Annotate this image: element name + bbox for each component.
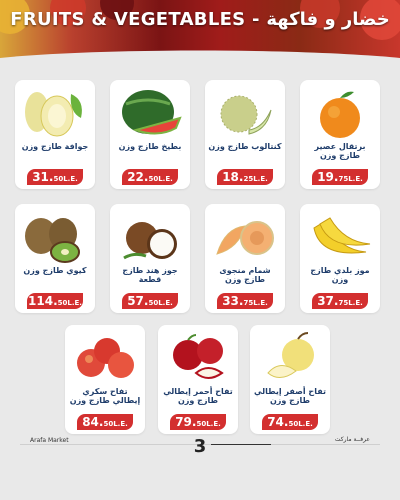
footer-brand-en: Arafa Market — [30, 437, 69, 444]
product-name: تفاح أحمر إيطالي طازج وزن — [163, 387, 233, 405]
page-number: 3 — [193, 436, 207, 457]
price-badge: 57.50L.E. — [122, 293, 178, 309]
footer-divider-accent — [211, 444, 271, 445]
price-badge: 33.75L.E. — [217, 293, 273, 309]
product-card[interactable]: موز بلدي طازج وزن 37.75L.E. — [300, 204, 380, 313]
coconut-icon — [123, 222, 177, 260]
orange-icon — [320, 91, 360, 138]
product-card[interactable]: جوافة طازج وزن 31.50L.E. — [15, 80, 95, 189]
watermelon-icon — [122, 90, 182, 135]
red-apple-icon — [173, 334, 224, 379]
price-badge: 74.50L.E. — [262, 414, 318, 430]
price-badge: 31.50L.E. — [27, 169, 83, 185]
banana-icon — [313, 217, 371, 254]
price-badge: 79.50L.E. — [170, 414, 226, 430]
product-name: برتقال عصير طازج وزن — [314, 142, 366, 160]
price-badge: 37.75L.E. — [312, 293, 368, 309]
product-name: تفاح أصفر إيطالي طازج وزن — [254, 387, 326, 405]
product-card[interactable]: تفاح أصفر إيطالي طازج وزن 74.50L.E. — [250, 325, 330, 434]
product-card[interactable]: برتقال عصير طازج وزن 19.75L.E. — [300, 80, 380, 189]
cantaloupe-icon — [220, 95, 272, 135]
price-badge: 22.50L.E. — [122, 169, 178, 185]
price-badge: 114.50L.E. — [27, 293, 83, 309]
page-title: FRUITS & VEGETABLES - خضار و فاكهة — [10, 9, 390, 30]
product-name: موز بلدي طازج وزن — [310, 266, 370, 284]
sugar-apple-icon — [77, 338, 134, 378]
product-card[interactable]: تفاح سكري إيطالي طازج وزن 84.50L.E. — [65, 325, 145, 434]
product-name: جوز هند طازج قطعة — [122, 266, 178, 284]
price-badge: 18.25L.E. — [217, 169, 273, 185]
product-name: كنتالوب طازج وزن — [208, 142, 282, 151]
price-badge: 19.75L.E. — [312, 169, 368, 185]
product-name: كيوي طازج وزن — [23, 266, 87, 275]
price-badge: 84.50L.E. — [77, 414, 133, 430]
product-name: تفاح سكري إيطالي طازج وزن — [69, 387, 141, 405]
product-name: بطيخ طازج وزن — [118, 142, 182, 151]
footer-brand-ar: عرفــة ماركت — [334, 436, 370, 443]
product-card[interactable]: جوز هند طازج قطعة 57.50L.E. — [110, 204, 190, 313]
product-card[interactable]: بطيخ طازج وزن 22.50L.E. — [110, 80, 190, 189]
kiwi-icon — [25, 218, 80, 263]
product-card[interactable]: شمام منجوى طازج وزن 33.75L.E. — [205, 204, 285, 313]
product-card[interactable]: كيوي طازج وزن 114.50L.E. — [15, 204, 95, 313]
guava-icon — [25, 92, 82, 137]
yellow-apple-icon — [267, 332, 314, 378]
header-banner: FRUITS & VEGETABLES - خضار و فاكهة — [0, 0, 400, 62]
header-wave — [0, 50, 400, 62]
product-name: شمام منجوى طازج وزن — [219, 266, 271, 284]
product-name: جوافة طازج وزن — [21, 142, 89, 151]
product-card[interactable]: تفاح أحمر إيطالي طازج وزن 79.50L.E. — [158, 325, 238, 434]
product-card[interactable]: كنتالوب طازج وزن 18.25L.E. — [205, 80, 285, 189]
melon-icon — [216, 221, 274, 255]
